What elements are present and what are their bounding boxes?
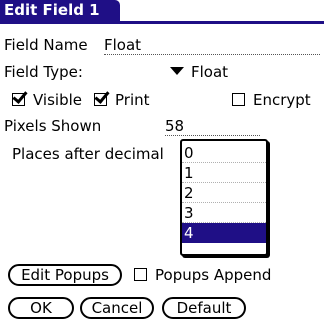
default-button[interactable]: Default: [162, 297, 246, 319]
places-after-decimal-label: Places after decimal: [12, 145, 164, 163]
field-type-value: Float: [191, 63, 229, 81]
popups-append-label: Popups Append: [155, 266, 272, 284]
checkbox-unchecked-icon: [134, 268, 147, 281]
list-option-1[interactable]: 1: [182, 163, 266, 183]
checkbox-checked-icon: [12, 93, 25, 106]
dialog-title: Edit Field 1: [0, 0, 120, 21]
field-name-label: Field Name: [4, 36, 88, 54]
encrypt-label: Encrypt: [253, 91, 311, 109]
print-label: Print: [115, 91, 150, 109]
triangle-down-icon: [170, 67, 184, 75]
checkbox-checked-icon: [94, 93, 107, 106]
encrypt-checkbox[interactable]: Encrypt: [232, 91, 311, 109]
list-option-4[interactable]: 4: [182, 223, 266, 243]
title-underline: [0, 21, 324, 24]
cancel-button[interactable]: Cancel: [80, 297, 154, 319]
dialog-title-bar: Edit Field 1: [0, 0, 324, 28]
list-option-2[interactable]: 2: [182, 183, 266, 203]
field-name-input[interactable]: Float: [104, 36, 320, 55]
checkbox-unchecked-icon: [232, 93, 245, 106]
places-after-decimal-list[interactable]: 0 1 2 3 4: [180, 139, 268, 256]
visible-checkbox[interactable]: Visible: [12, 91, 82, 109]
field-type-label: Field Type:: [4, 63, 83, 81]
pixels-shown-label: Pixels Shown: [4, 117, 102, 135]
print-checkbox[interactable]: Print: [94, 91, 150, 109]
popups-append-checkbox[interactable]: Popups Append: [134, 266, 271, 284]
list-option-3[interactable]: 3: [182, 203, 266, 223]
visible-label: Visible: [33, 91, 82, 109]
edit-popups-button[interactable]: Edit Popups: [8, 264, 122, 286]
pixels-shown-input[interactable]: 58: [165, 117, 260, 136]
list-option-0[interactable]: 0: [182, 143, 266, 163]
field-type-popup-trigger[interactable]: Float: [170, 63, 228, 81]
ok-button[interactable]: OK: [8, 297, 74, 319]
